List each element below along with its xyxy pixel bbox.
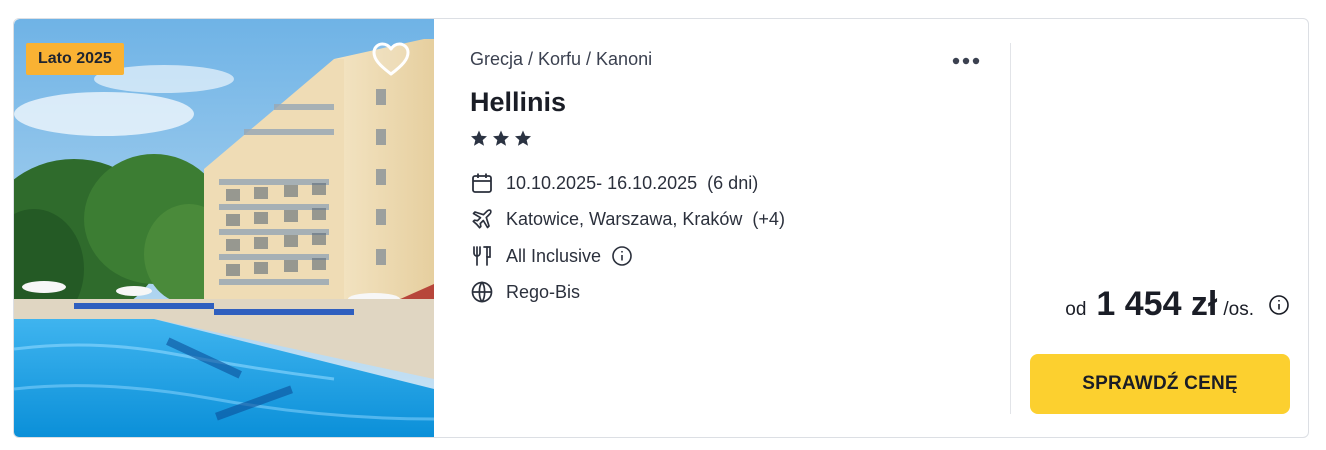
tour-operator: Rego-Bis (470, 280, 580, 304)
board-type: All Inclusive (470, 244, 633, 268)
star-icon (493, 130, 509, 146)
departures-more[interactable]: (+4) (752, 209, 785, 230)
board-text: All Inclusive (506, 245, 602, 266)
check-price-button[interactable]: SPRAWDŹ CENĘ (1030, 354, 1290, 414)
divider (1010, 43, 1011, 414)
cutlery-icon (470, 244, 494, 268)
calendar-icon (470, 171, 494, 195)
favorite-button[interactable] (370, 39, 412, 81)
operator-text: Rego-Bis (506, 281, 581, 302)
globe-icon (470, 280, 494, 304)
hotel-name[interactable]: Hellinis (470, 87, 566, 118)
price-block: od 1 454 zł /os. (1065, 285, 1290, 324)
departure-airports: Katowice, Warszawa, Kraków (+4) (470, 207, 785, 231)
star-icon (515, 130, 531, 146)
heart-icon[interactable] (370, 39, 412, 81)
departures-text: Katowice, Warszawa, Kraków (506, 208, 743, 229)
location-breadcrumb: Grecja / Korfu / Kanoni (470, 49, 653, 69)
price-amount: 1 454 zł (1096, 285, 1218, 323)
price-suffix: /os. (1223, 299, 1254, 320)
hotel-stars (470, 129, 536, 149)
duration-text: (6 dni) (707, 172, 759, 193)
more-dots-icon[interactable] (948, 49, 988, 73)
price-prefix: od (1065, 299, 1087, 320)
more-options-button[interactable] (948, 49, 988, 73)
info-icon[interactable] (611, 245, 633, 267)
hotel-photo-image (14, 19, 434, 437)
star-icon (471, 130, 487, 146)
plane-icon (470, 207, 494, 231)
season-badge: Lato 2025 (26, 43, 124, 75)
hotel-photo[interactable]: Lato 2025 (14, 19, 434, 437)
info-icon[interactable] (1268, 294, 1290, 316)
dates-text: 10.10.2025- 16.10.2025 (506, 172, 698, 193)
offer-card[interactable]: Lato 2025 Grecja / Korfu / Kanoni Hellin… (13, 18, 1309, 438)
travel-dates: 10.10.2025- 16.10.2025 (6 dni) (470, 171, 758, 195)
offer-details: Grecja / Korfu / Kanoni Hellinis 10.10.2… (470, 19, 1010, 437)
